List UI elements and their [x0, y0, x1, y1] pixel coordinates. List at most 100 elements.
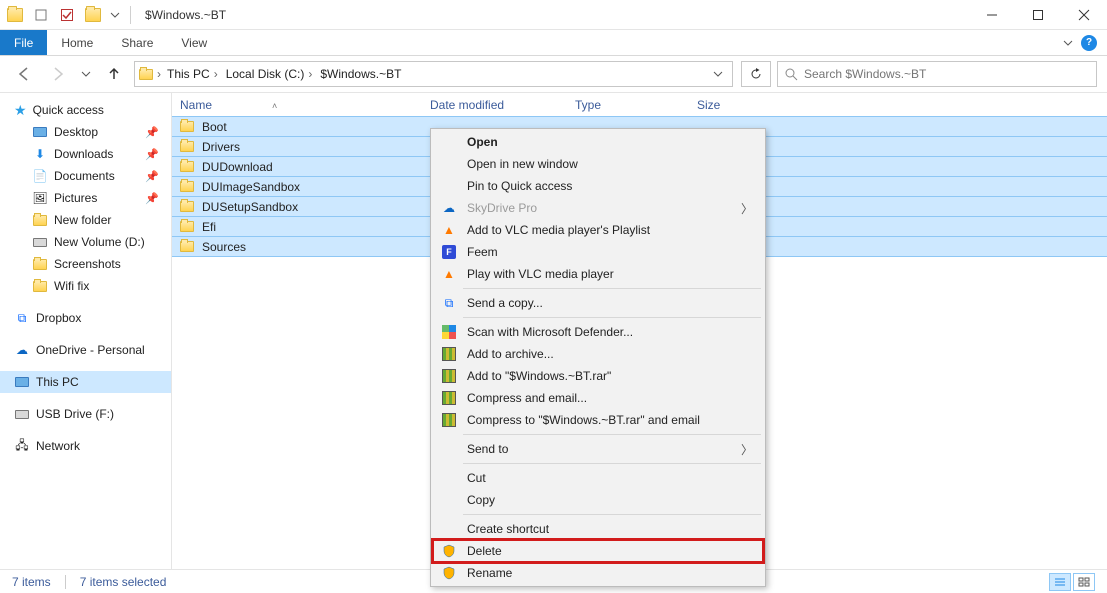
menu-copy[interactable]: Copy	[433, 489, 763, 511]
sidebar-dropbox[interactable]: ⧉Dropbox	[0, 307, 171, 329]
tab-file[interactable]: File	[0, 30, 47, 55]
minimize-button[interactable]	[969, 0, 1015, 30]
sidebar-network[interactable]: 🖧Network	[0, 435, 171, 457]
column-headers: Name˄ Date modified Type Size	[172, 93, 1107, 117]
column-date[interactable]: Date modified	[430, 98, 575, 112]
qat-customize[interactable]	[108, 4, 122, 26]
folder-icon	[139, 69, 153, 80]
menu-separator	[463, 463, 761, 464]
menu-skydrive-pro[interactable]: ☁SkyDrive Pro〉	[433, 197, 763, 219]
qat-checkbox[interactable]	[56, 4, 78, 26]
menu-play-vlc[interactable]: ▲Play with VLC media player	[433, 263, 763, 285]
sort-indicator-icon: ˄	[272, 101, 277, 111]
sidebar-onedrive[interactable]: ☁OneDrive - Personal	[0, 339, 171, 361]
status-selected-count: 7 items selected	[80, 575, 167, 589]
vlc-icon: ▲	[441, 222, 457, 238]
crumb-local-disk[interactable]: Local Disk (C:)›	[224, 67, 315, 81]
menu-create-shortcut[interactable]: Create shortcut	[433, 518, 763, 540]
ribbon-tabs: File Home Share View ?	[0, 30, 1107, 56]
folder-icon	[180, 201, 194, 212]
forward-button[interactable]	[44, 60, 72, 88]
search-input[interactable]	[804, 67, 1090, 81]
view-details-button[interactable]	[1049, 573, 1071, 591]
network-icon: 🖧	[14, 439, 30, 453]
submenu-arrow-icon: 〉	[741, 441, 753, 458]
status-item-count: 7 items	[12, 575, 51, 589]
tab-view[interactable]: View	[167, 30, 221, 55]
dropbox-icon: ⧉	[441, 295, 457, 311]
column-name[interactable]: Name˄	[180, 98, 430, 112]
menu-vlc-playlist[interactable]: ▲Add to VLC media player's Playlist	[433, 219, 763, 241]
menu-add-archive[interactable]: Add to archive...	[433, 343, 763, 365]
pictures-icon: 🖼	[32, 191, 48, 205]
menu-open-new-window[interactable]: Open in new window	[433, 153, 763, 175]
address-bar[interactable]: › This PC› Local Disk (C:)› $Windows.~BT	[134, 61, 733, 87]
sidebar-item-new-folder[interactable]: New folder	[0, 209, 171, 231]
menu-separator	[463, 317, 761, 318]
menu-compress-email[interactable]: Compress and email...	[433, 387, 763, 409]
help-button[interactable]: ?	[1081, 35, 1097, 51]
sidebar-usb-drive[interactable]: USB Drive (F:)	[0, 403, 171, 425]
close-button[interactable]	[1061, 0, 1107, 30]
ribbon-collapse-icon[interactable]	[1063, 38, 1073, 48]
sidebar-item-wifi-fix[interactable]: Wifi fix	[0, 275, 171, 297]
search-box[interactable]	[777, 61, 1097, 87]
menu-send-to[interactable]: Send to〉	[433, 438, 763, 460]
app-icon	[4, 4, 26, 26]
folder-icon	[33, 215, 47, 226]
pin-icon: 📌	[145, 170, 159, 183]
dropbox-icon: ⧉	[14, 311, 30, 325]
sidebar-item-desktop[interactable]: Desktop📌	[0, 121, 171, 143]
sidebar-this-pc[interactable]: This PC	[0, 371, 171, 393]
onedrive-icon: ☁	[14, 343, 30, 357]
pin-icon: 📌	[145, 192, 159, 205]
menu-delete[interactable]: Delete	[433, 540, 763, 562]
sidebar-item-new-volume[interactable]: New Volume (D:)	[0, 231, 171, 253]
window-title: $Windows.~BT	[139, 8, 226, 22]
sidebar-item-screenshots[interactable]: Screenshots	[0, 253, 171, 275]
qat-properties[interactable]	[30, 4, 52, 26]
sidebar-item-pictures[interactable]: 🖼Pictures📌	[0, 187, 171, 209]
desktop-icon	[33, 127, 47, 137]
shield-icon	[441, 565, 457, 581]
back-button[interactable]	[10, 60, 38, 88]
menu-defender-scan[interactable]: Scan with Microsoft Defender...	[433, 321, 763, 343]
winrar-icon	[442, 347, 456, 361]
navigation-row: › This PC› Local Disk (C:)› $Windows.~BT	[0, 56, 1107, 92]
submenu-arrow-icon: 〉	[741, 200, 753, 217]
view-large-icons-button[interactable]	[1073, 573, 1095, 591]
downloads-icon: ⬇	[32, 147, 48, 161]
up-button[interactable]	[100, 60, 128, 88]
tab-share[interactable]: Share	[107, 30, 167, 55]
qat-new-folder[interactable]	[82, 4, 104, 26]
navigation-pane: ★Quick access Desktop📌 ⬇Downloads📌 📄Docu…	[0, 93, 172, 569]
address-dropdown[interactable]	[708, 69, 728, 79]
column-type[interactable]: Type	[575, 98, 697, 112]
winrar-icon	[442, 391, 456, 405]
crumb-this-pc[interactable]: This PC›	[165, 67, 220, 81]
menu-feem[interactable]: FFeem	[433, 241, 763, 263]
menu-compress-rar-email[interactable]: Compress to "$Windows.~BT.rar" and email	[433, 409, 763, 431]
menu-cut[interactable]: Cut	[433, 467, 763, 489]
tab-home[interactable]: Home	[47, 30, 107, 55]
menu-pin-quick-access[interactable]: Pin to Quick access	[433, 175, 763, 197]
menu-separator	[463, 288, 761, 289]
sidebar-item-downloads[interactable]: ⬇Downloads📌	[0, 143, 171, 165]
menu-send-copy[interactable]: ⧉Send a copy...	[433, 292, 763, 314]
documents-icon: 📄	[32, 169, 48, 183]
column-size[interactable]: Size	[697, 98, 767, 112]
menu-add-rar[interactable]: Add to "$Windows.~BT.rar"	[433, 365, 763, 387]
crumb-current[interactable]: $Windows.~BT	[318, 67, 403, 81]
menu-rename[interactable]: Rename	[433, 562, 763, 584]
sidebar-quick-access[interactable]: ★Quick access	[0, 99, 171, 121]
divider	[65, 575, 66, 589]
winrar-icon	[442, 369, 456, 383]
recent-locations[interactable]	[78, 60, 94, 88]
refresh-button[interactable]	[741, 61, 771, 87]
sidebar-item-documents[interactable]: 📄Documents📌	[0, 165, 171, 187]
maximize-button[interactable]	[1015, 0, 1061, 30]
pin-icon: 📌	[145, 148, 159, 161]
title-bar: $Windows.~BT	[0, 0, 1107, 30]
folder-icon	[33, 281, 47, 292]
menu-open[interactable]: Open	[433, 131, 763, 153]
